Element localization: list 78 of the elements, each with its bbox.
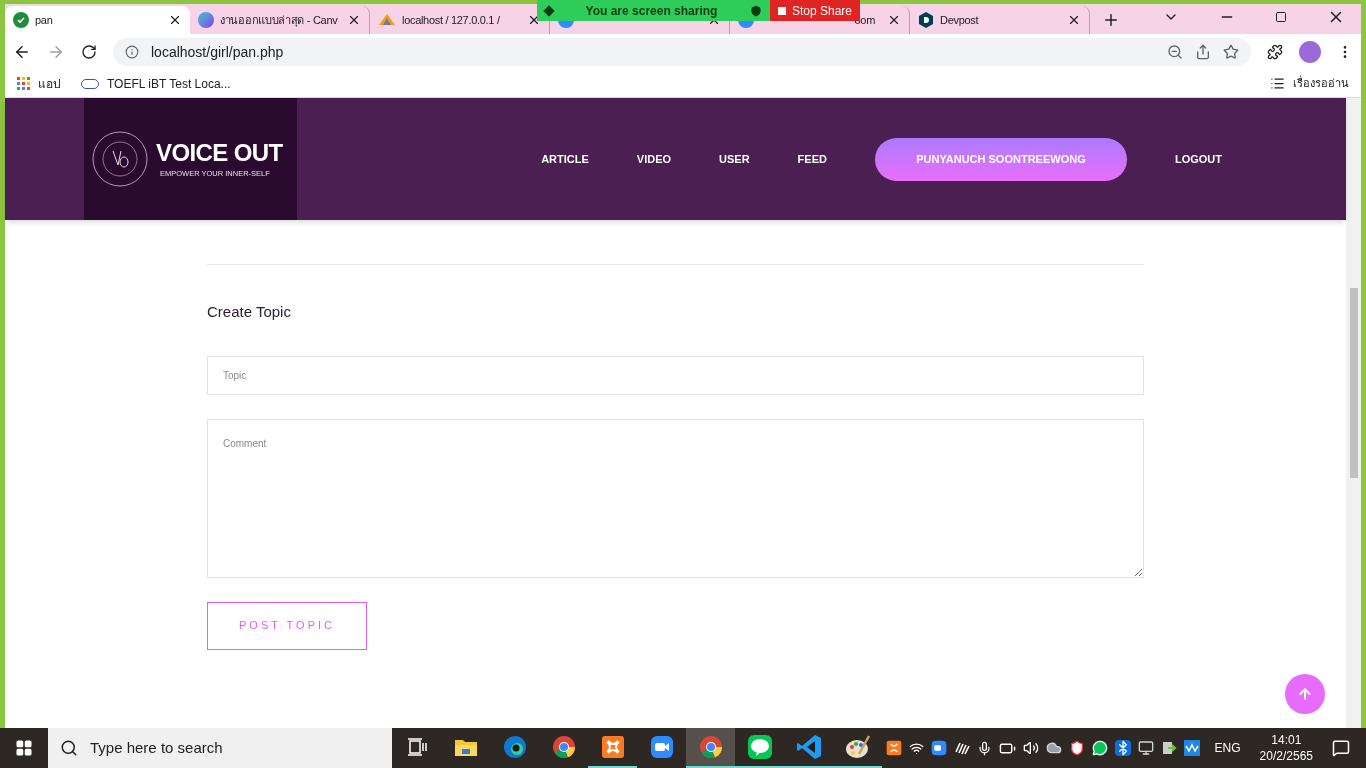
extensions-icon[interactable]: [1267, 44, 1283, 60]
stripes-icon[interactable]: [953, 740, 970, 756]
scroll-top-button[interactable]: [1285, 674, 1325, 714]
reload-icon[interactable]: [81, 44, 97, 60]
language-indicator[interactable]: ENG: [1214, 739, 1241, 757]
chat-bubble-icon[interactable]: [1091, 740, 1108, 756]
clock-time[interactable]: 14:01: [1271, 732, 1302, 748]
avatar-icon[interactable]: [1299, 41, 1321, 63]
camera-icon: [649, 735, 674, 759]
windows-start-icon[interactable]: [15, 739, 33, 757]
close-icon[interactable]: [887, 13, 901, 27]
swirl-icon: [502, 735, 527, 759]
share-icon[interactable]: [1195, 44, 1211, 60]
comment-field[interactable]: Comment: [207, 418, 1144, 578]
tab-title: localhost / 127.0.0.1 /: [402, 12, 501, 28]
topic-field[interactable]: Topic: [207, 355, 1144, 395]
signal-icon: [543, 4, 555, 17]
code-editor-icon: [795, 734, 822, 760]
zoom-out-icon[interactable]: [1167, 44, 1183, 60]
close-icon[interactable]: [347, 13, 361, 27]
cloud-icon[interactable]: [1045, 740, 1062, 756]
nav-link[interactable]: FEED: [773, 150, 851, 168]
xampp-icon: [600, 735, 625, 759]
new-tab-icon[interactable]: [1102, 11, 1120, 29]
logo-title: VOICE OUT: [156, 138, 283, 169]
monitor-icon[interactable]: [1137, 740, 1154, 756]
search-icon: [60, 739, 78, 757]
tab-title: Devpost: [940, 12, 980, 28]
logo-emblem-icon: [92, 131, 148, 187]
bluetooth-icon[interactable]: [1114, 740, 1131, 756]
reading-list-icon[interactable]: [1270, 76, 1285, 91]
info-icon: [125, 45, 139, 59]
stop-icon: [778, 6, 786, 15]
close-icon[interactable]: [168, 13, 182, 27]
sync-icon[interactable]: [1160, 740, 1177, 756]
nav-link[interactable]: USER: [695, 150, 774, 168]
bookmark[interactable]: แอป: [17, 74, 61, 93]
nav-link[interactable]: LOGOUT: [1150, 150, 1246, 168]
restore-icon[interactable]: [1275, 11, 1287, 23]
nav-link[interactable]: ARTICLE: [517, 150, 613, 168]
chrome-icon: [551, 735, 576, 759]
url-text: localhost/girl/pan.php: [151, 42, 285, 62]
shield-icon: [750, 4, 762, 17]
form-heading: Create Topic: [207, 302, 292, 322]
palette-icon: [844, 734, 871, 760]
tab-title: pan: [35, 12, 54, 28]
address-bar[interactable]: localhost/girl/pan.php: [113, 38, 1251, 66]
shield-icon[interactable]: [1068, 740, 1085, 756]
wifi-icon[interactable]: [908, 740, 924, 756]
bookmark[interactable]: TOEFL iBT Test Loca...: [81, 74, 231, 93]
hexagon-icon: [918, 12, 934, 28]
clock-date[interactable]: 20/2/2565: [1259, 748, 1313, 764]
chrome-icon: [698, 735, 723, 759]
waveform-icon[interactable]: [1183, 740, 1200, 756]
notifications-icon[interactable]: [1332, 739, 1350, 757]
star-icon[interactable]: [1223, 44, 1239, 60]
grid-icon: [17, 77, 30, 90]
chat-bubble-icon: [746, 734, 773, 760]
folder-icon: [453, 737, 478, 757]
reading-list-link[interactable]: เรื่องรออ่าน: [1293, 75, 1349, 92]
stop-share-button[interactable]: Stop Share: [770, 0, 861, 21]
search-placeholder: Type here to search: [90, 737, 223, 758]
taskview-icon: [406, 738, 427, 756]
xampp-icon[interactable]: [885, 740, 902, 756]
scrollbar[interactable]: [1346, 98, 1361, 728]
forward-icon[interactable]: [47, 43, 65, 61]
camera-icon[interactable]: [930, 740, 947, 756]
taskbar-search-field[interactable]: Type here to search: [48, 728, 392, 768]
speaker-icon[interactable]: [1022, 740, 1039, 756]
check-icon: [13, 12, 29, 28]
close-icon[interactable]: [1067, 13, 1081, 27]
microphone-icon[interactable]: [976, 740, 992, 756]
sharing-status: You are screen sharing: [584, 2, 719, 20]
tab-title: งานออกแบบล่าสุด - Canv: [220, 12, 339, 29]
sail-icon: [378, 13, 396, 27]
back-icon[interactable]: [13, 43, 31, 61]
browser-tab[interactable]: pan: [5, 6, 190, 34]
nav-link[interactable]: VIDEO: [612, 150, 696, 168]
